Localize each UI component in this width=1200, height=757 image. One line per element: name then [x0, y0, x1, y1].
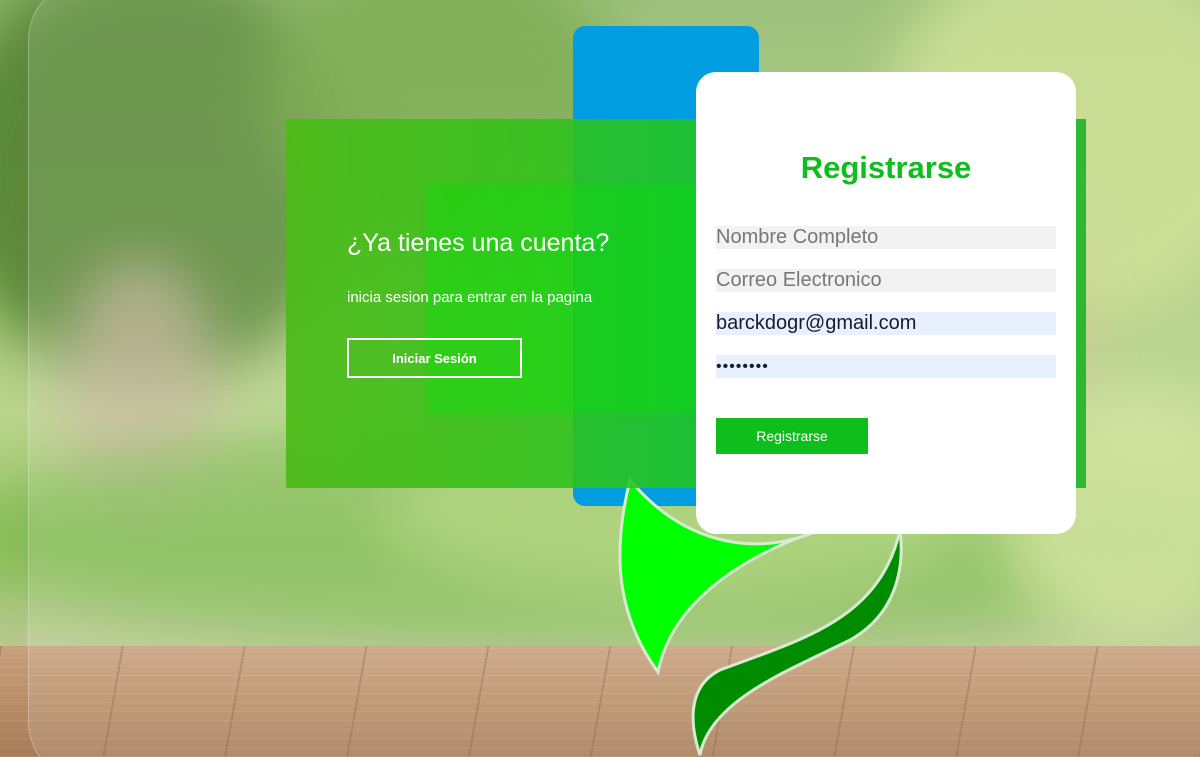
full-name-input[interactable] — [716, 226, 1056, 249]
register-card: Registrarse Registrarse — [696, 72, 1076, 534]
email-input[interactable] — [716, 269, 1056, 292]
page-background: ¿Ya tienes una cuenta? inicia sesion par… — [0, 0, 1200, 757]
password-input[interactable] — [716, 355, 1056, 378]
login-button[interactable]: Iniciar Sesión — [347, 338, 522, 378]
login-panel-title: ¿Ya tienes una cuenta? — [347, 229, 610, 257]
register-button[interactable]: Registrarse — [716, 418, 868, 454]
register-title: Registrarse — [800, 150, 972, 185]
username-input[interactable] — [716, 312, 1056, 335]
login-panel-subtitle: inicia sesion para entrar en la pagina — [347, 289, 593, 306]
